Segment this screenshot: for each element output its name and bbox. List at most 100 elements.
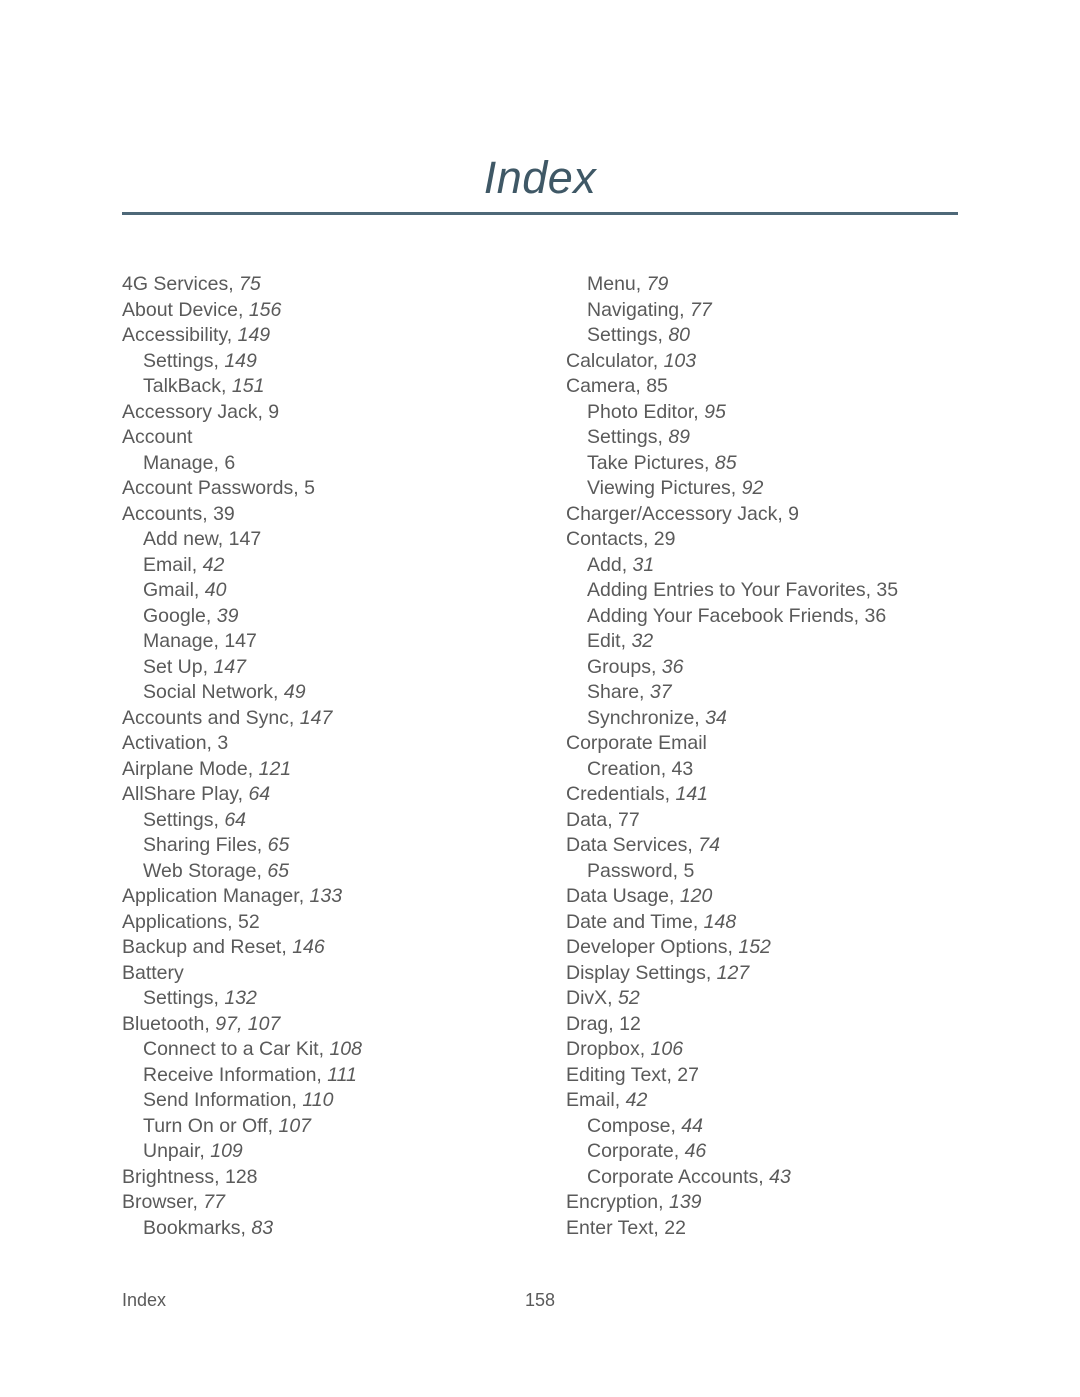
index-entry[interactable]: Activation, 3 (122, 731, 542, 757)
index-entry[interactable]: Gmail, 40 (122, 578, 542, 604)
index-entry[interactable]: Battery (122, 961, 542, 987)
index-entry[interactable]: Creation, 43 (566, 757, 996, 783)
index-entry[interactable]: Unpair, 109 (122, 1139, 542, 1165)
index-entry[interactable]: Connect to a Car Kit, 108 (122, 1037, 542, 1063)
index-entry[interactable]: Bluetooth, 97, 107 (122, 1012, 542, 1038)
index-entry-term: Brightness, (122, 1165, 220, 1188)
index-entry-page-number: 27 (677, 1063, 699, 1086)
index-entry-term: Accounts, (122, 502, 208, 525)
index-entry[interactable]: Bookmarks, 83 (122, 1216, 542, 1242)
index-entry-page-number: 133 (309, 885, 343, 907)
index-entry-page-number: 110 (302, 1089, 334, 1111)
index-entry[interactable]: Manage, 147 (122, 629, 542, 655)
index-entry[interactable]: Corporate, 46 (566, 1139, 996, 1165)
index-entry[interactable]: Airplane Mode, 121 (122, 757, 542, 783)
index-entry[interactable]: Drag, 12 (566, 1012, 996, 1038)
index-entry[interactable]: Sharing Files, 65 (122, 833, 542, 859)
index-entry-page-number: 97, 107 (215, 1012, 281, 1035)
index-entry[interactable]: Turn On or Off, 107 (122, 1114, 542, 1140)
index-entry[interactable]: Data Services, 74 (566, 833, 996, 859)
index-entry[interactable]: AllShare Play, 64 (122, 782, 542, 808)
index-entry-term: DivX, (566, 987, 613, 1009)
index-entry-page-number: 79 (646, 273, 669, 295)
index-entry[interactable]: Settings, 132 (122, 986, 542, 1012)
index-entry[interactable]: Settings, 89 (566, 425, 996, 451)
index-entry[interactable]: Backup and Reset, 146 (122, 935, 542, 961)
index-entry[interactable]: Applications, 52 (122, 910, 542, 936)
index-entry[interactable]: Camera, 85 (566, 374, 996, 400)
index-entry-term: Settings, (587, 426, 663, 448)
index-entry[interactable]: Display Settings, 127 (566, 961, 996, 987)
index-entry[interactable]: Take Pictures, 85 (566, 451, 996, 477)
index-entry[interactable]: Web Storage, 65 (122, 859, 542, 885)
index-entry[interactable]: Receive Information, 111 (122, 1063, 542, 1089)
index-entry[interactable]: Settings, 149 (122, 349, 542, 375)
index-entry[interactable]: Corporate Email (566, 731, 996, 757)
page-title: Index (483, 152, 597, 203)
index-entry[interactable]: Menu, 79 (566, 272, 996, 298)
index-entry-term: Adding Entries to Your Favorites, (587, 579, 871, 601)
index-entry[interactable]: Application Manager, 133 (122, 884, 542, 910)
index-entry[interactable]: Developer Options, 152 (566, 935, 996, 961)
index-entry-page-number: 151 (231, 375, 265, 397)
index-entry[interactable]: Data, 77 (566, 808, 996, 834)
index-entry[interactable]: About Device, 156 (122, 298, 542, 324)
index-entry[interactable]: Google, 39 (122, 604, 542, 630)
index-entry[interactable]: Email, 42 (566, 1088, 996, 1114)
index-entry[interactable]: 4G Services, 75 (122, 272, 542, 298)
index-entry-page-number: 75 (239, 273, 261, 295)
index-entry[interactable]: Adding Entries to Your Favorites, 35 (566, 578, 996, 604)
index-entry[interactable]: Account (122, 425, 542, 451)
index-entry[interactable]: Settings, 80 (566, 323, 996, 349)
index-entry[interactable]: Photo Editor, 95 (566, 400, 996, 426)
index-entry[interactable]: Dropbox, 106 (566, 1037, 996, 1063)
index-entry[interactable]: Credentials, 141 (566, 782, 996, 808)
index-entry-page-number: 89 (668, 426, 691, 448)
index-entry[interactable]: Account Passwords, 5 (122, 476, 542, 502)
index-entry[interactable]: Settings, 64 (122, 808, 542, 834)
index-entry[interactable]: Accessibility, 149 (122, 323, 542, 349)
index-entry[interactable]: TalkBack, 151 (122, 374, 542, 400)
index-entry[interactable]: Encryption, 139 (566, 1190, 996, 1216)
index-entry[interactable]: Corporate Accounts, 43 (566, 1165, 996, 1191)
index-entry[interactable]: Compose, 44 (566, 1114, 996, 1140)
index-entry[interactable]: Groups, 36 (566, 655, 996, 681)
index-entry-page-number: 29 (653, 528, 676, 550)
index-entry[interactable]: Edit, 32 (566, 629, 996, 655)
index-entry-page-number: 77 (203, 1191, 225, 1213)
index-entry[interactable]: Charger/Accessory Jack, 9 (566, 502, 996, 528)
index-entry[interactable]: Social Network, 49 (122, 680, 542, 706)
index-entry[interactable]: Editing Text, 27 (566, 1063, 996, 1089)
index-entry[interactable]: Password, 5 (566, 859, 996, 885)
index-entry-term: Airplane Mode, (122, 757, 254, 780)
index-entry-page-number: 77 (689, 298, 712, 321)
index-entry-term: Sharing Files, (143, 834, 263, 856)
index-entry[interactable]: Accounts and Sync, 147 (122, 706, 542, 732)
index-entry[interactable]: Contacts, 29 (566, 527, 996, 553)
index-entry[interactable]: Share, 37 (566, 680, 996, 706)
index-entry[interactable]: Viewing Pictures, 92 (566, 476, 996, 502)
index-entry[interactable]: Accounts, 39 (122, 502, 542, 528)
index-entry[interactable]: Data Usage, 120 (566, 884, 996, 910)
index-entry[interactable]: Date and Time, 148 (566, 910, 996, 936)
index-entry-page-number: 80 (668, 324, 691, 346)
index-entry[interactable]: Brightness, 128 (122, 1165, 542, 1191)
index-entry[interactable]: Add new, 147 (122, 527, 542, 553)
index-entry[interactable]: DivX, 52 (566, 986, 996, 1012)
index-entry[interactable]: Navigating, 77 (566, 298, 996, 324)
index-entry-page-number: 95 (704, 400, 726, 423)
index-entry[interactable]: Email, 42 (122, 553, 542, 579)
index-entry[interactable]: Browser, 77 (122, 1190, 542, 1216)
index-entry[interactable]: Add, 31 (566, 553, 996, 579)
index-entry[interactable]: Set Up, 147 (122, 655, 542, 681)
index-entry[interactable]: Enter Text, 22 (566, 1216, 996, 1242)
index-entry-page-number: 132 (224, 987, 257, 1009)
index-entry-term: Corporate Accounts, (587, 1165, 764, 1188)
index-entry[interactable]: Synchronize, 34 (566, 706, 996, 732)
index-entry[interactable]: Send Information, 110 (122, 1088, 542, 1114)
index-entry[interactable]: Calculator, 103 (566, 349, 996, 375)
index-entry-page-number: 149 (224, 349, 257, 372)
index-entry[interactable]: Manage, 6 (122, 451, 542, 477)
index-entry[interactable]: Accessory Jack, 9 (122, 400, 542, 426)
index-entry[interactable]: Adding Your Facebook Friends, 36 (566, 604, 996, 630)
